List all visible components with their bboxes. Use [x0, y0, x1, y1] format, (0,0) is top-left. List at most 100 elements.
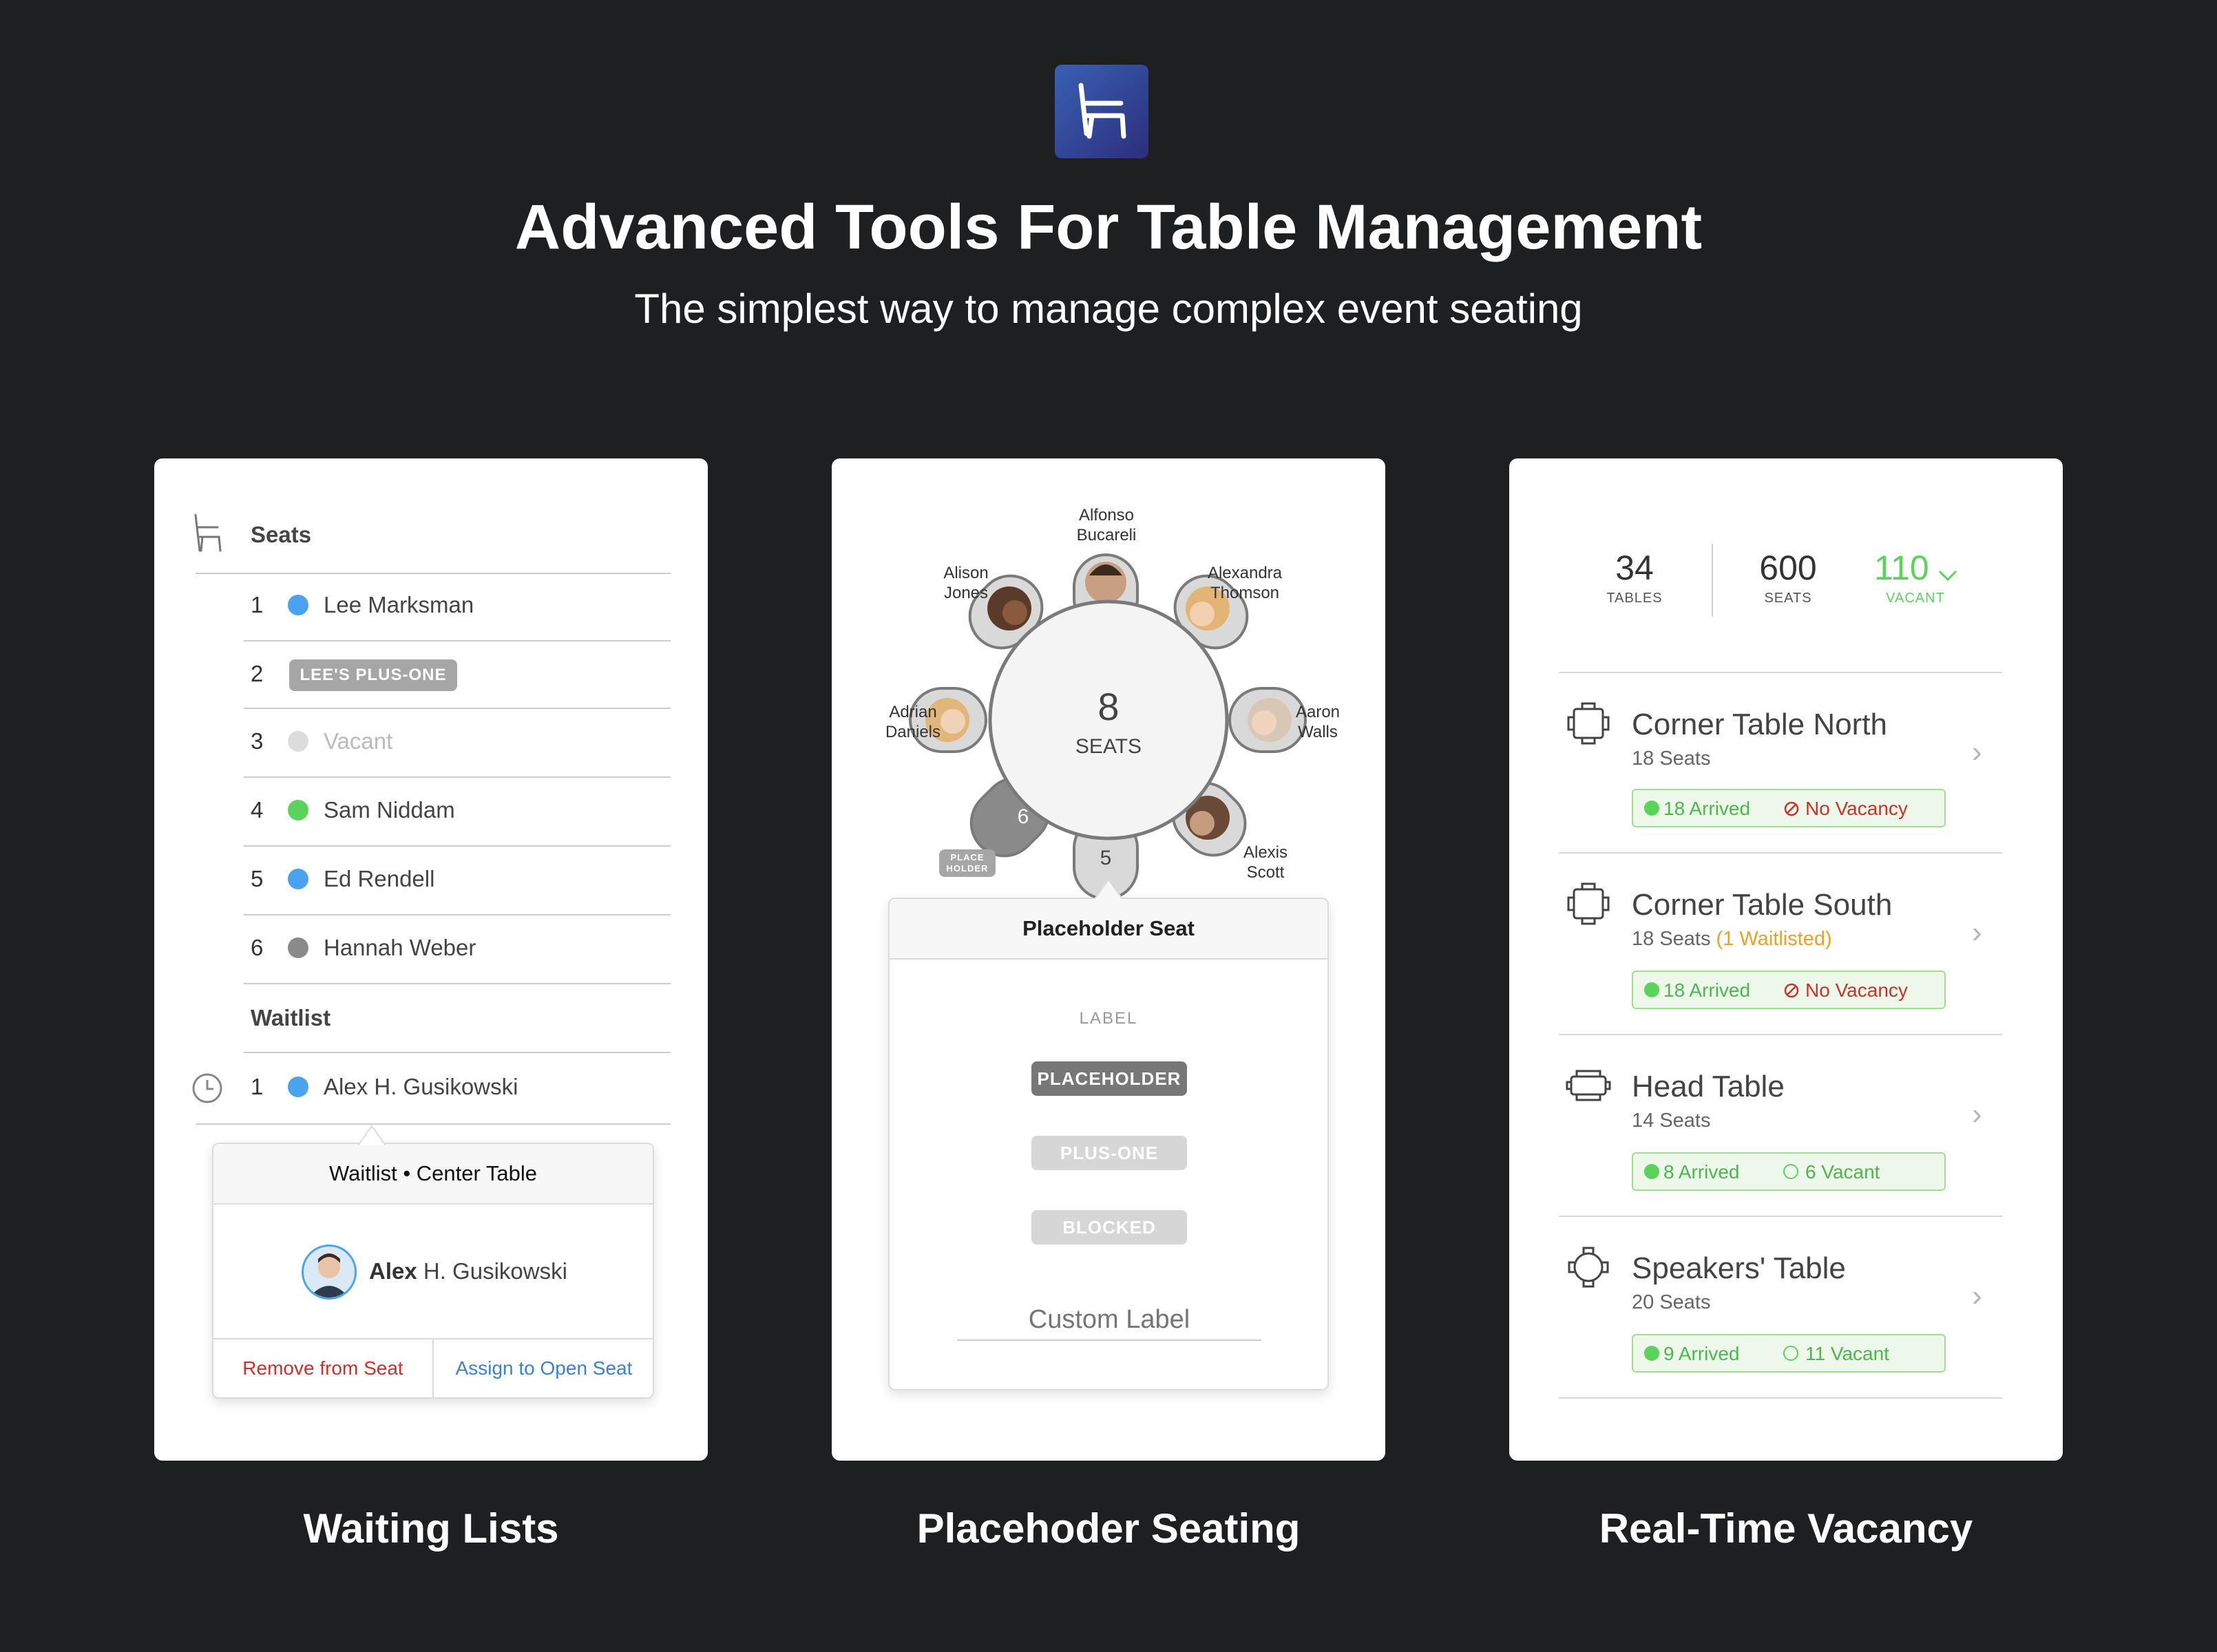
status-dot-blue [288, 595, 308, 615]
guest-last: Thomson [1210, 584, 1280, 602]
guest-last: Bucareli [1076, 526, 1137, 544]
seat-number: 5 [251, 866, 264, 891]
chair-icon [1078, 83, 1126, 139]
seat-guest-name[interactable]: Hannah Weber [324, 935, 476, 961]
real-time-vacancy-card: 34 TABLES 600 SEATS 110 VACANT Corner Ta… [1509, 458, 2063, 1461]
assign-to-open-seat-button[interactable]: Assign to Open Seat [434, 1339, 654, 1397]
seats-text: 18 Seats [1632, 748, 1711, 770]
seat-number: 3 [251, 728, 264, 754]
seats-label: SEATS [1764, 591, 1812, 606]
vacant-ring-icon [1783, 1164, 1798, 1179]
no-vacancy-icon [1784, 983, 1799, 998]
popover-title: Placeholder Seat [890, 899, 1327, 960]
arrived-dot [1644, 982, 1659, 997]
custom-label-input[interactable] [957, 1300, 1261, 1341]
rectangle-table-icon [1566, 1070, 1611, 1101]
label-option-plus-one[interactable]: PLUS-ONE [1031, 1136, 1187, 1170]
page-title: Advanced Tools For Table Management [514, 192, 1703, 262]
seat-5-number[interactable]: 5 [1092, 847, 1120, 870]
popover-arrow [358, 1125, 386, 1145]
chevron-right-icon[interactable]: › [1972, 1097, 1982, 1132]
seats-text: 20 Seats [1632, 1291, 1711, 1313]
seat-number: 6 [251, 935, 264, 960]
guest-last: Daniels [885, 723, 941, 741]
vacancy-status: 6 Vacant [1805, 1161, 1880, 1183]
placeholder-tag-line: PLACE [950, 852, 985, 862]
table-name: Corner Table South [1632, 888, 1893, 922]
waitlist-number: 1 [251, 1074, 264, 1099]
guest-label: Alfonso Bucareli [1034, 505, 1179, 545]
label-option-blocked[interactable]: BLOCKED [1031, 1210, 1187, 1245]
seats-header: Seats [251, 522, 312, 547]
remove-from-seat-button[interactable]: Remove from Seat [213, 1339, 432, 1397]
placeholder-tag-line: HOLDER [946, 863, 989, 873]
caption-placeholder-seating: Placehoder Seating [916, 1505, 1301, 1552]
table-seats: 20 Seats [1632, 1291, 1710, 1314]
chevron-right-icon[interactable]: › [1972, 915, 1982, 950]
waitlisted-note: (1 Waitlisted) [1716, 928, 1832, 950]
divider [1559, 1397, 2002, 1399]
seat-number: 2 [251, 661, 264, 686]
round-table-icon [1568, 1247, 1609, 1288]
guest-rest-name: H. Gusikowski [423, 1258, 567, 1284]
tables-label: TABLES [1606, 591, 1663, 606]
plus-one-tag[interactable]: LEE'S PLUS-ONE [289, 659, 457, 691]
waitlist-header: Waitlist [251, 1005, 331, 1030]
chevron-right-icon[interactable]: › [1972, 735, 1982, 770]
table-row[interactable]: Corner Table North 18 Seats › 18 Arrived… [1509, 673, 2063, 852]
chevron-right-icon[interactable]: › [1972, 1279, 1982, 1313]
placeholder-popover: Placeholder Seat LABEL PLACEHOLDER PLUS-… [888, 898, 1329, 1390]
waitlist-popover: Waitlist • Center Table Alex H. Gusikows… [212, 1143, 654, 1399]
vacant-count[interactable]: 110 [1874, 548, 1929, 588]
status-dot-gray [288, 938, 308, 958]
waiting-lists-card: Seats 1 Lee Marksman 2 LEE'S PLUS-ONE 3 … [154, 458, 708, 1461]
seats-count: 600 [1759, 549, 1817, 587]
table-row[interactable]: Head Table 14 Seats › 8 Arrived 6 Vacant [1509, 1035, 2063, 1216]
divider [244, 776, 671, 778]
vacancy-status: 11 Vacant [1805, 1343, 1889, 1364]
avatar [302, 1245, 357, 1300]
vacant-ring-icon [1783, 1346, 1798, 1361]
table-row[interactable]: Speakers' Table 20 Seats › 9 Arrived 11 … [1509, 1217, 2063, 1397]
guest-last: Jones [943, 584, 989, 602]
guest-first-name: Alex [369, 1258, 417, 1284]
arrived-dot [1644, 801, 1659, 816]
status-dot-blue [288, 1077, 308, 1097]
vacancy-status: No Vacancy [1805, 979, 1908, 1001]
status-bar: 9 Arrived 11 Vacant [1632, 1334, 1946, 1373]
waitlist-guest-name[interactable]: Alex H. Gusikowski [324, 1074, 518, 1100]
status-bar: 8 Arrived 6 Vacant [1632, 1152, 1946, 1191]
table-name: Corner Table North [1632, 708, 1887, 741]
guest-label: Alison Jones [921, 563, 1011, 603]
divider [244, 640, 671, 642]
seat-guest-name[interactable]: Ed Rendell [324, 866, 434, 892]
label-option-placeholder[interactable]: PLACEHOLDER [1031, 1061, 1187, 1096]
guest-label: Adrian Daniels [865, 702, 961, 742]
seat-guest-name[interactable]: Lee Marksman [324, 592, 474, 618]
chevron-down-icon[interactable] [1937, 569, 1958, 584]
guest-first: Alison [943, 564, 989, 582]
guest-last: Scott [1246, 863, 1285, 882]
status-bar: 18 Arrived No Vacancy [1632, 789, 1946, 827]
guest-first: Aaron [1295, 703, 1341, 721]
arrived-count: 18 Arrived [1663, 979, 1751, 1001]
seat-6-number[interactable]: 6 [1009, 805, 1037, 829]
divider [244, 1052, 671, 1053]
guest-first: Adrian [889, 703, 937, 721]
guest-label: Alexandra Thomson [1190, 563, 1300, 603]
divider [1712, 544, 1713, 617]
square-table-icon [1567, 702, 1610, 745]
divider [244, 708, 671, 709]
table-row[interactable]: Corner Table South 18 Seats (1 Waitliste… [1509, 854, 2063, 1034]
arrived-count: 8 Arrived [1663, 1161, 1740, 1183]
seat-guest-name[interactable]: Sam Niddam [324, 797, 455, 823]
divider [244, 914, 671, 915]
tables-count: 34 [1615, 549, 1654, 587]
seat-vacant-label[interactable]: Vacant [324, 728, 392, 754]
divider [244, 983, 671, 984]
waitlist-guest-fullname: Alex H. Gusikowski [369, 1258, 567, 1284]
square-table-icon [1567, 882, 1610, 925]
guest-label: Alexis Scott [1217, 843, 1314, 882]
arrived-dot [1644, 1346, 1659, 1361]
divider [244, 845, 671, 847]
